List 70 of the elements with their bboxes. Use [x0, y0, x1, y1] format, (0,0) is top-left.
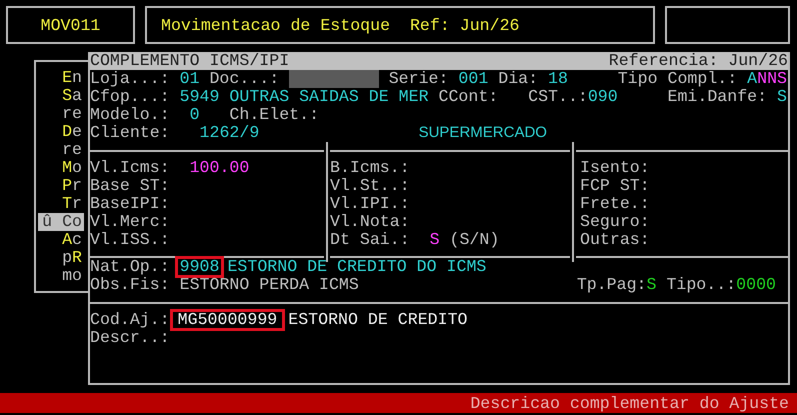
reference-label: Referencia: Jun/26	[608, 52, 788, 70]
field-value: 001	[458, 70, 490, 88]
field-label: Cfop...:	[90, 88, 171, 106]
field-label: Dt Sai.:	[330, 231, 411, 249]
menu-item[interactable]: û Co	[38, 213, 84, 231]
field-label: Obs.Fis:	[90, 276, 171, 294]
field-value: 090	[588, 88, 619, 106]
field-value: 100.00	[190, 159, 250, 177]
field-label: Vl.Nota:	[330, 213, 411, 231]
field-label: FCP ST:	[580, 177, 651, 195]
field-label: Cliente:	[90, 124, 171, 142]
field-label: Descr..:	[90, 329, 170, 347]
menu-item[interactable]: Tr	[36, 195, 82, 213]
menu-item[interactable]: Ac	[36, 231, 82, 249]
field-value: 18	[548, 70, 569, 88]
field-label: Tipo..:	[666, 276, 736, 294]
field-label: Tipo Compl.:	[618, 70, 738, 88]
field-label: Seguro:	[580, 213, 651, 231]
field-label: CCont:	[438, 88, 500, 106]
field-label: BaseIPI:	[90, 195, 171, 213]
field-label: Emi.Danfe:	[668, 88, 768, 106]
field-label: Vl.Merc:	[90, 213, 171, 231]
program-code: MOV011	[6, 6, 135, 44]
menu-item[interactable]: re	[36, 141, 82, 159]
field-label: Loja...:	[90, 70, 171, 88]
field-label: Vl.St..:	[330, 177, 411, 195]
field-label: Cod.Aj.:	[90, 311, 170, 329]
field-value: S	[646, 276, 658, 294]
field-label: Vl.ISS.:	[90, 231, 171, 249]
field-label: Isento:	[580, 159, 651, 177]
menu-item[interactable]: mo	[36, 267, 82, 285]
field-value: MG50000999	[172, 311, 284, 329]
field-label: Vl.IPI.:	[330, 195, 411, 213]
menu-item[interactable]: De	[36, 123, 82, 141]
status-message: Descricao complementar do Ajuste	[470, 394, 789, 412]
menu-item[interactable]: Sa	[36, 87, 82, 105]
field-value: S	[430, 231, 441, 249]
menu-item[interactable]: En	[36, 69, 82, 87]
field-value: 1262/9	[200, 124, 260, 142]
field-label: Serie:	[388, 70, 450, 88]
field-label: Doc...:	[209, 70, 280, 88]
menu-item[interactable]: Mo	[36, 159, 82, 177]
field-value: 5949 OUTRAS SAIDAS DE MER	[180, 88, 430, 106]
dialog-title: COMPLEMENTO ICMS/IPI	[90, 52, 290, 70]
field-label: Base ST:	[90, 177, 171, 195]
field-label: Outras:	[580, 231, 651, 249]
field-value: S	[777, 88, 787, 106]
field-value: 0000	[736, 276, 776, 294]
menu-item[interactable]: pR	[36, 249, 82, 267]
screen-title: Movimentacao de Estoque Ref: Jun/26	[145, 6, 655, 44]
field-label: Frete.:	[580, 195, 651, 213]
field-label: Tp.Pag:	[576, 276, 647, 294]
menu-item[interactable]: Pr	[36, 177, 82, 195]
field-value: ANNS	[747, 70, 787, 88]
field-label: Vl.Icms:	[90, 159, 171, 177]
field-value: ESTORNO PERDA ICMS	[180, 276, 359, 294]
field-label: Nat.Op.:	[90, 258, 171, 276]
field-label: Ch.Elet.:	[229, 106, 320, 124]
field-value: 0	[190, 106, 200, 124]
field-label: Dia:	[498, 70, 540, 88]
field-description: ESTORNO DE CREDITO	[288, 311, 468, 329]
field-label: Modelo.:	[90, 106, 171, 124]
field-value: 01	[180, 70, 201, 88]
menu-item[interactable]: re	[36, 105, 82, 123]
field-hint: (S/N)	[449, 231, 500, 249]
customer-name: SUPERMERCADO	[418, 124, 547, 142]
field-label: CST..:	[528, 88, 588, 106]
field-description: ESTORNO DE CREDITO DO ICMS	[227, 258, 486, 276]
field-value: 9908	[176, 258, 222, 276]
field-label: B.Icms.:	[330, 159, 411, 177]
